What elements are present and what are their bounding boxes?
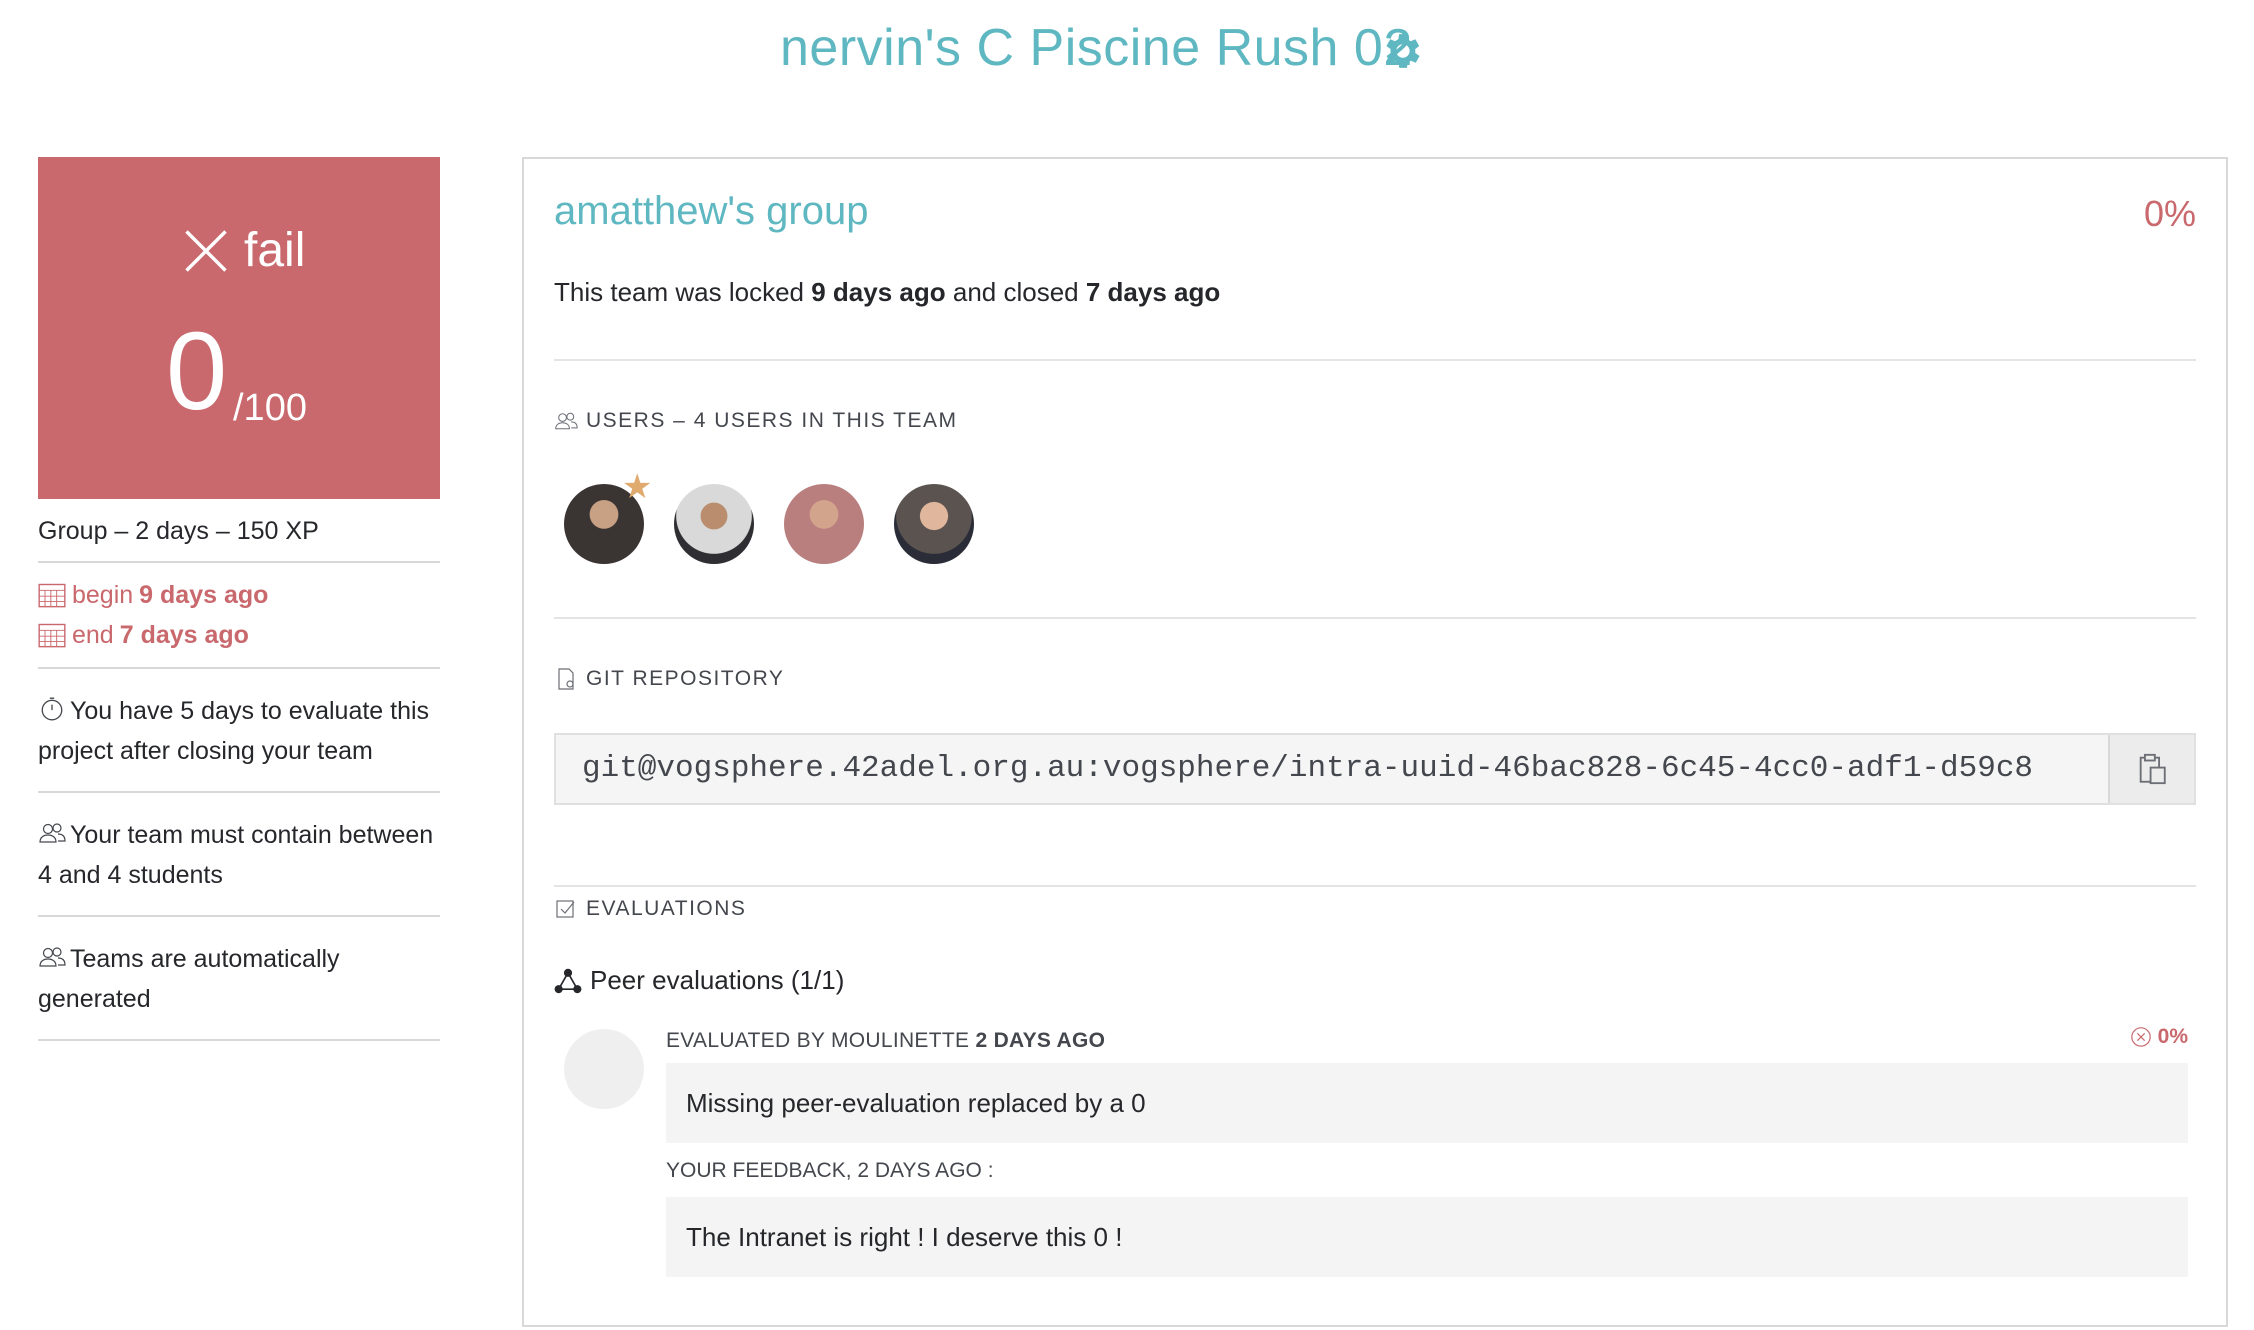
star-icon: ★ [622, 468, 653, 506]
feedback-label: YOUR FEEDBACK, 2 DAYS AGO : [666, 1159, 994, 1182]
page-header: nervin's C Piscine Rush 02 [0, 0, 2254, 110]
evaluation-comment: Missing peer-evaluation replaced by a 0 [666, 1063, 2188, 1143]
users-icon [555, 412, 578, 430]
gear-icon[interactable] [1378, 28, 1424, 74]
users-section-label: USERS – 4 USERS IN THIS TEAM [554, 409, 957, 433]
project-info: Group – 2 days – 150 XP begin 9 days ago… [38, 499, 440, 1041]
evaluated-by: EVALUATED BY MOULINETTE 2 DAYS AGO [666, 1029, 1105, 1053]
evaluator-avatar [564, 1029, 644, 1109]
git-label-text: GIT REPOSITORY [586, 667, 785, 690]
git-section-label: GIT REPOSITORY [554, 667, 784, 691]
checkbox-icon [556, 900, 575, 918]
page-title: nervin's C Piscine Rush 02 [780, 19, 1413, 77]
status-text: fail [244, 224, 306, 277]
git-url[interactable]: git@vogsphere.42adel.org.au:vogsphere/in… [556, 735, 2108, 803]
locked-prefix: This team was locked [554, 277, 804, 307]
locked-value: 9 days ago [811, 277, 946, 307]
feedback-text: The Intranet is right ! I deserve this 0… [666, 1197, 2188, 1277]
clipboard-icon [2139, 753, 2166, 785]
users-label-text: USERS – 4 USERS IN THIS TEAM [586, 409, 958, 432]
begin-value: 9 days ago [139, 581, 269, 609]
user-avatar[interactable] [784, 484, 864, 564]
divider [554, 885, 2196, 887]
copy-button[interactable] [2108, 735, 2194, 803]
fail-circle-icon [2130, 1027, 2151, 1047]
closed-prefix: and closed [952, 277, 1079, 307]
divider [554, 617, 2196, 619]
project-sidebar: fail 0 /100 Group – 2 days – 150 XP begi… [38, 157, 440, 1041]
score-max: /100 [233, 387, 307, 429]
evaluations-label-text: EVALUATIONS [586, 897, 747, 920]
peer-evaluations-header: Peer evaluations (1/1) [554, 965, 844, 996]
group-percent: 0% [2143, 193, 2196, 234]
users-icon [39, 823, 66, 843]
score-value: 0 [166, 310, 228, 433]
end-label: end [72, 621, 114, 649]
begin-date: begin 9 days ago [38, 575, 440, 615]
evaluated-by-prefix: EVALUATED BY MOULINETTE [666, 1029, 970, 1052]
end-date: end 7 days ago [38, 615, 440, 655]
auto-generated-note: Teams are automatically generated [38, 917, 440, 1041]
peer-evaluations-label: Peer evaluations (1/1) [590, 965, 845, 995]
git-repository-field: git@vogsphere.42adel.org.au:vogsphere/in… [554, 733, 2196, 805]
stopwatch-icon [41, 697, 63, 721]
users-icon [39, 947, 66, 967]
team-panel: amatthew's group 0% This team was locked… [522, 157, 2228, 1327]
auto-generated-text: Teams are automatically generated [38, 945, 340, 1013]
evaluation-percent: 0% [2130, 1025, 2188, 1049]
team-lock-status: This team was locked 9 days ago and clos… [554, 277, 1220, 308]
evaluate-note: You have 5 days to evaluate this project… [38, 669, 440, 793]
group-name[interactable]: amatthew's group [554, 189, 868, 234]
closed-value: 7 days ago [1085, 277, 1221, 307]
begin-label: begin [72, 581, 134, 609]
team-size-note: Your team must contain between 4 and 4 s… [38, 793, 440, 917]
status-label: fail [180, 223, 305, 278]
evaluated-when: 2 DAYS AGO [975, 1029, 1106, 1052]
project-meta-text: Group – 2 days – 150 XP [38, 517, 319, 545]
cross-icon [185, 229, 227, 272]
calendar-icon [38, 623, 66, 648]
file-icon [558, 668, 574, 690]
calendar-icon [38, 583, 66, 608]
evaluation-percent-text: 0% [2157, 1025, 2188, 1048]
team-size-text: Your team must contain between 4 and 4 s… [38, 821, 434, 889]
end-value: 7 days ago [119, 621, 249, 649]
project-meta: Group – 2 days – 150 XP [38, 499, 440, 563]
user-avatar[interactable] [894, 484, 974, 564]
divider [554, 359, 2196, 361]
user-avatar[interactable] [674, 484, 754, 564]
evaluate-note-text: You have 5 days to evaluate this project… [38, 697, 430, 765]
network-icon [554, 968, 582, 993]
project-dates: begin 9 days ago end 7 days ago [38, 563, 440, 669]
evaluations-label: EVALUATIONS [554, 897, 746, 921]
score-card: fail 0 /100 [38, 157, 440, 499]
